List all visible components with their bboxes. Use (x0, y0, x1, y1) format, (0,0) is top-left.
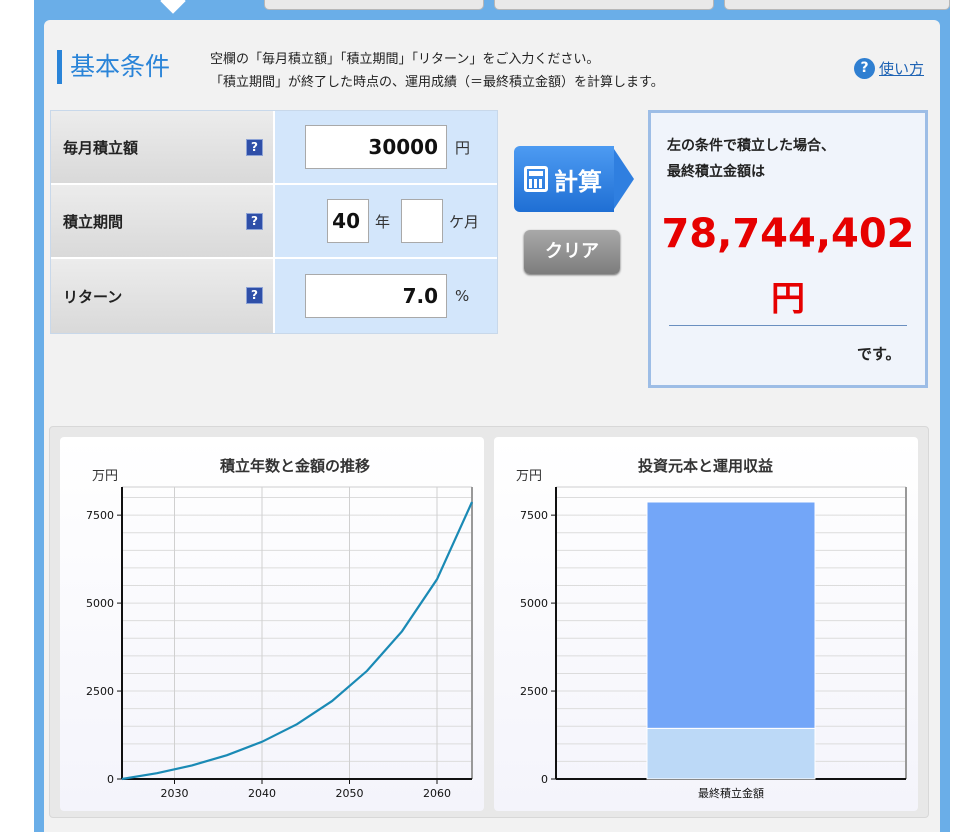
result-divider (669, 325, 907, 326)
monthly-label: 毎月積立額 (63, 138, 139, 157)
description-line-2: 「積立期間」が終了した時点の、運用成績（＝最終積立金額）を計算します。 (210, 75, 664, 90)
y-tick-label: 0 (107, 773, 114, 786)
help-question-icon[interactable]: ? (854, 58, 875, 79)
result-intro-line-2: 最終積立金額は (667, 164, 765, 180)
bar-gain (646, 501, 816, 729)
y-tick-label: 7500 (520, 509, 548, 522)
help-link[interactable]: ? 使い方 (854, 58, 924, 79)
period-input-cell: 40 年 ケ月 (273, 185, 497, 257)
return-unit: % (455, 287, 470, 305)
monthly-label-cell: 毎月積立額 ? (51, 111, 273, 183)
return-help-icon[interactable]: ? (246, 287, 263, 304)
line-chart-card: 万円 積立年数と金額の推移 0 2500 5000 7500 2030 2040 2050 2… (60, 437, 484, 811)
monthly-help-icon[interactable]: ? (246, 139, 263, 156)
main-panel: 基本条件 空欄の「毎月積立額」「積立期間」「リターン」をご入力ください。 「積立… (44, 20, 940, 832)
line-chart-unit: 万円 (92, 469, 119, 484)
x-tick-label: 2040 (248, 787, 276, 800)
y-tick-label: 7500 (86, 509, 114, 522)
result-box: 左の条件で積立した場合、 最終積立金額は 78,744,402 円 です。 (648, 110, 928, 388)
clear-button[interactable]: クリア (524, 230, 620, 274)
result-suffix: です。 (857, 345, 901, 363)
input-table: 毎月積立額 ? 30000 円 積立期間 ? 40 年 ケ月 リターン ? 7.… (50, 110, 498, 334)
return-label: リターン (63, 287, 123, 306)
help-link-label[interactable]: 使い方 (879, 58, 924, 79)
period-years-input[interactable]: 40 (327, 199, 369, 243)
period-months-unit: ケ月 (449, 212, 480, 231)
chart-panel: 万円 積立年数と金額の推移 0 2500 5000 7500 2030 2040 2050 2… (49, 426, 929, 818)
calculate-button-body[interactable]: 計算 (514, 146, 614, 212)
period-years-unit: 年 (375, 212, 391, 231)
return-input-cell: 7.0 % (273, 259, 497, 333)
bar-principal (646, 727, 816, 780)
calculate-label: 計算 (554, 167, 602, 196)
period-label: 積立期間 (63, 212, 124, 231)
description-line-1: 空欄の「毎月積立額」「積立期間」「リターン」をご入力ください。 (210, 52, 600, 67)
y-tick-label: 5000 (520, 597, 548, 610)
result-intro-line-1: 左の条件で積立した場合、 (667, 138, 835, 154)
x-tick-label: 最終積立金額 (698, 786, 764, 800)
section-title: 基本条件 (57, 50, 170, 84)
x-tick-label: 2060 (423, 787, 451, 800)
tab-4[interactable] (724, 0, 950, 10)
monthly-unit: 円 (455, 138, 471, 157)
bar-chart-unit: 万円 (516, 469, 543, 484)
tab-active[interactable] (34, 0, 254, 14)
bar-chart: 0 2500 5000 7500 最終積立金額 (520, 486, 907, 800)
bar-chart-card: 万円 投資元本と運用収益 0 2500 5000 7500 最終積立金額 (494, 437, 918, 811)
monthly-input-cell: 30000 円 (273, 111, 497, 183)
return-rate-input[interactable]: 7.0 (305, 274, 447, 318)
line-chart-title: 積立年数と金額の推移 (220, 457, 371, 475)
period-months-input[interactable] (401, 199, 443, 243)
calculator-icon (524, 166, 548, 192)
period-label-cell: 積立期間 ? (51, 185, 273, 257)
result-amount: 78,744,402 (661, 211, 915, 257)
monthly-row: 毎月積立額 ? 30000 円 (51, 111, 497, 185)
period-row: 積立期間 ? 40 年 ケ月 (51, 185, 497, 259)
line-chart: 0 2500 5000 7500 2030 2040 2050 2060 (86, 486, 474, 800)
tab-2[interactable] (264, 0, 484, 10)
y-tick-label: 5000 (86, 597, 114, 610)
bar-chart-title: 投資元本と運用収益 (638, 457, 774, 475)
return-row: リターン ? 7.0 % (51, 259, 497, 333)
calculator-frame: 基本条件 空欄の「毎月積立額」「積立期間」「リターン」をご入力ください。 「積立… (34, 0, 950, 832)
monthly-amount-input[interactable]: 30000 (305, 125, 447, 169)
tab-3[interactable] (494, 0, 714, 10)
x-tick-label: 2050 (336, 787, 364, 800)
return-label-cell: リターン ? (51, 259, 273, 333)
y-tick-label: 2500 (86, 685, 114, 698)
calculate-button[interactable]: 計算 (514, 146, 634, 212)
x-tick-label: 2030 (161, 787, 189, 800)
y-tick-label: 2500 (520, 685, 548, 698)
period-help-icon[interactable]: ? (246, 213, 263, 230)
calculate-arrow (612, 146, 634, 212)
result-currency: 円 (771, 279, 805, 319)
tab-active-indicator (160, 0, 186, 14)
y-tick-label: 0 (541, 773, 548, 786)
